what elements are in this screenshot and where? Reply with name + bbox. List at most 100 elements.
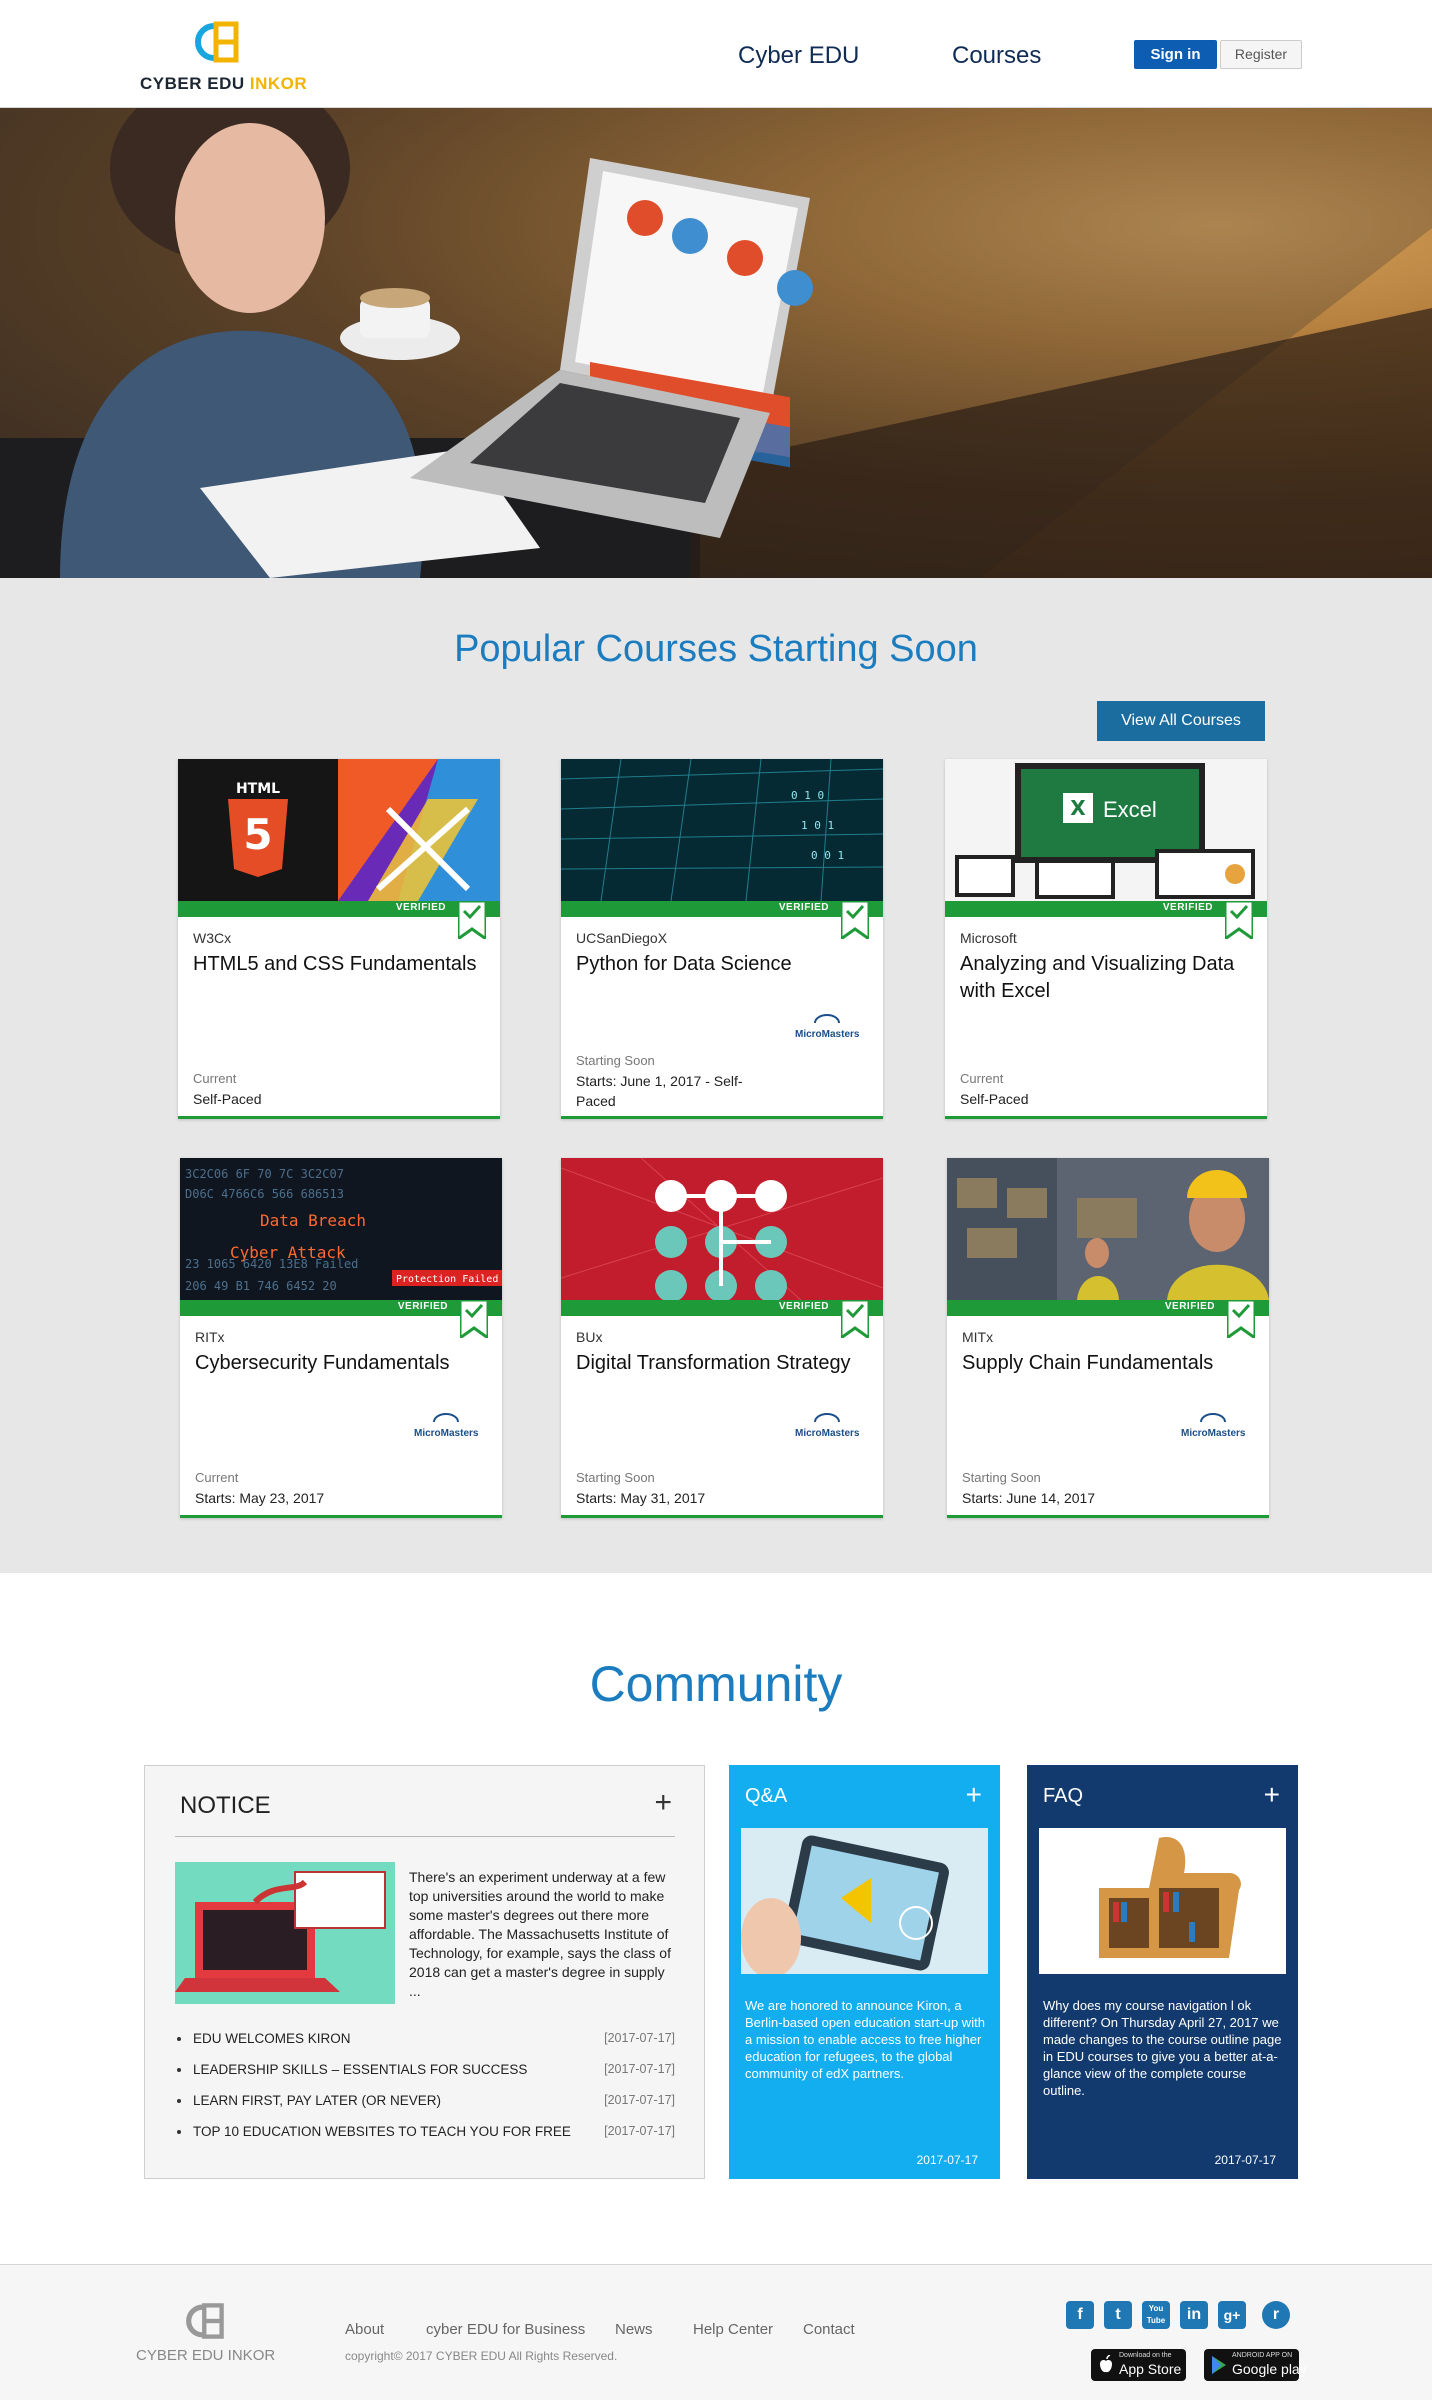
qa-image	[741, 1828, 988, 1974]
course-status: Starting Soon	[576, 1470, 655, 1485]
faq-panel[interactable]: FAQ + Why does my course navigation l ok…	[1027, 1765, 1298, 2179]
popular-courses-section: Popular Courses Starting Soon View All C…	[0, 578, 1432, 1573]
footer-logo-text: CYBER EDU INKOR	[136, 2347, 276, 2364]
facebook-icon[interactable]: f	[1066, 2301, 1094, 2329]
svg-text:206 49 B1 746 6452 20: 206 49 B1 746 6452 20	[185, 1279, 337, 1293]
svg-text:1 0 1: 1 0 1	[801, 819, 834, 832]
course-image-html5: 5 HTML	[178, 759, 500, 901]
list-item[interactable]: LEADERSHIP SKILLS – ESSENTIALS FOR SUCCE…	[175, 2062, 675, 2093]
footer-link-news[interactable]: News	[615, 2321, 653, 2338]
notice-box: NOTICE + There's an experiment underway …	[144, 1765, 705, 2179]
footer-link-help[interactable]: Help Center	[693, 2321, 773, 2338]
hero-banner	[0, 108, 1432, 578]
notice-item-date: [2017-07-17]	[604, 2062, 675, 2076]
svg-text:MicroMasters: MicroMasters	[795, 1428, 860, 1439]
course-status: Starting Soon	[576, 1053, 655, 1068]
verified-bar: VERIFIED	[561, 1300, 883, 1316]
faq-image	[1039, 1828, 1286, 1974]
verified-ribbon-icon	[1227, 1300, 1255, 1338]
svg-text:5: 5	[243, 810, 272, 859]
svg-text:0 1 0: 0 1 0	[791, 789, 824, 802]
course-org: MITx	[962, 1329, 994, 1345]
register-button[interactable]: Register	[1220, 40, 1302, 69]
google-play-badge[interactable]: ANDROID APP ON Google play	[1204, 2349, 1307, 2381]
svg-text:MicroMasters: MicroMasters	[795, 1029, 860, 1040]
course-image-supply-chain	[947, 1158, 1269, 1300]
course-date: Starts: June 14, 2017	[962, 1490, 1096, 1506]
qa-panel[interactable]: Q&A + We are honored to announce Kiron, …	[729, 1765, 1000, 2179]
course-org: RITx	[195, 1329, 225, 1345]
app-store-badge[interactable]: Download on the App Store	[1091, 2349, 1186, 2381]
notice-item-title: LEARN FIRST, PAY LATER (OR NEVER)	[193, 2093, 442, 2108]
micromasters-badge-icon: MicroMasters	[1181, 1413, 1246, 1439]
verified-ribbon-icon	[1225, 901, 1253, 939]
course-status: Starting Soon	[962, 1470, 1041, 1485]
verified-ribbon-icon	[841, 1300, 869, 1338]
course-card[interactable]: VERIFIED MITx Supply Chain Fundamentals …	[947, 1158, 1269, 1518]
qa-more-plus-icon[interactable]: +	[966, 1779, 982, 1811]
course-card[interactable]: VERIFIED BUx Digital Transformation Stra…	[561, 1158, 883, 1518]
notice-image[interactable]	[175, 1862, 395, 2004]
nav-cyber-edu[interactable]: Cyber EDU	[738, 42, 859, 70]
google-plus-icon[interactable]: g+	[1218, 2301, 1246, 2329]
list-item[interactable]: LEARN FIRST, PAY LATER (OR NEVER) [2017-0…	[175, 2093, 675, 2124]
notice-title: NOTICE	[180, 1792, 271, 1819]
verified-bar: VERIFIED	[180, 1300, 502, 1316]
course-title[interactable]: Supply Chain Fundamentals	[962, 1350, 1254, 1377]
divider	[175, 1836, 675, 1837]
verified-bar: VERIFIED	[178, 901, 500, 917]
verified-bar: VERIFIED	[947, 1300, 1269, 1316]
popular-courses-title: Popular Courses Starting Soon	[454, 628, 978, 670]
faq-date: 2017-07-17	[1214, 2153, 1276, 2167]
svg-text:D06C 4766C6 566 686513: D06C 4766C6 566 686513	[185, 1187, 344, 1201]
course-status: Current	[193, 1071, 237, 1086]
svg-text:MicroMasters: MicroMasters	[1181, 1428, 1246, 1439]
course-card[interactable]: 3C2C06 6F 70 7C 3C2C07 D06C 4766C6 566 68…	[180, 1158, 502, 1518]
course-date: Self-Paced	[960, 1091, 1029, 1107]
svg-text:Data Breach: Data Breach	[260, 1211, 366, 1230]
course-title[interactable]: Analyzing and Visualizing Data with Exce…	[960, 951, 1252, 1005]
nav-courses[interactable]: Courses	[952, 42, 1041, 70]
svg-text:Excel: Excel	[1103, 797, 1157, 822]
view-all-courses-button[interactable]: View All Courses	[1097, 701, 1265, 741]
course-title[interactable]: Python for Data Science	[576, 951, 868, 978]
verified-ribbon-icon	[458, 901, 486, 939]
course-card[interactable]: X Excel VERIFIED Microsoft Analyzing and…	[945, 759, 1267, 1119]
svg-text:Protection Failed: Protection Failed	[396, 1274, 498, 1285]
notice-item-title: LEADERSHIP SKILLS – ESSENTIALS FOR SUCCE…	[193, 2062, 528, 2077]
notice-more-plus-icon[interactable]: +	[654, 1786, 672, 1820]
footer-logo[interactable]: CYBER EDU INKOR	[136, 2301, 286, 2371]
twitter-icon[interactable]: t	[1104, 2301, 1132, 2329]
list-item[interactable]: EDU WELCOMES KIRON [2017-07-17]	[175, 2031, 675, 2062]
site-logo[interactable]: CYBER EDU INKOR	[140, 20, 307, 100]
footer-link-about[interactable]: About	[345, 2321, 384, 2338]
course-status: Current	[960, 1071, 1004, 1086]
apple-icon	[1100, 2355, 1112, 2373]
notice-list: EDU WELCOMES KIRON [2017-07-17] LEADERSHI…	[175, 2031, 675, 2155]
linkedin-icon[interactable]: in	[1180, 2301, 1208, 2329]
faq-more-plus-icon[interactable]: +	[1264, 1779, 1280, 1811]
notice-item-title: EDU WELCOMES KIRON	[193, 2031, 351, 2046]
course-title[interactable]: Digital Transformation Strategy	[576, 1350, 868, 1377]
course-title[interactable]: HTML5 and CSS Fundamentals	[193, 951, 485, 978]
course-image-excel: X Excel	[945, 759, 1267, 901]
notice-item-date: [2017-07-17]	[604, 2124, 675, 2138]
footer-link-business[interactable]: cyber EDU for Business	[426, 2321, 585, 2338]
qa-title: Q&A	[745, 1785, 788, 1807]
course-date: Self-Paced	[193, 1091, 262, 1107]
sign-in-button[interactable]: Sign in	[1134, 40, 1217, 69]
course-card[interactable]: 5 HTML VERIFIED W3Cx HTML5 and CSS Funda…	[178, 759, 500, 1119]
course-org: Microsoft	[960, 930, 1017, 946]
reddit-icon[interactable]: r	[1262, 2301, 1290, 2329]
site-header: CYBER EDU INKOR Cyber EDU Courses Sign i…	[0, 0, 1432, 108]
youtube-icon[interactable]: You Tube	[1142, 2301, 1170, 2329]
svg-text:X: X	[1070, 796, 1086, 820]
community-title: Community	[589, 1656, 843, 1712]
google-play-icon	[1212, 2356, 1226, 2374]
list-item[interactable]: TOP 10 EDUCATION WEBSITES TO TEACH YOU F…	[175, 2124, 675, 2155]
micromasters-badge-icon: MicroMasters	[795, 1413, 860, 1439]
footer-link-contact[interactable]: Contact	[803, 2321, 855, 2338]
qa-date: 2017-07-17	[916, 2153, 978, 2167]
course-card[interactable]: 0 1 0 1 0 1 0 0 1 VERIFIED UCSanDiegoX Pyt…	[561, 759, 883, 1119]
course-title[interactable]: Cybersecurity Fundamentals	[195, 1350, 487, 1377]
